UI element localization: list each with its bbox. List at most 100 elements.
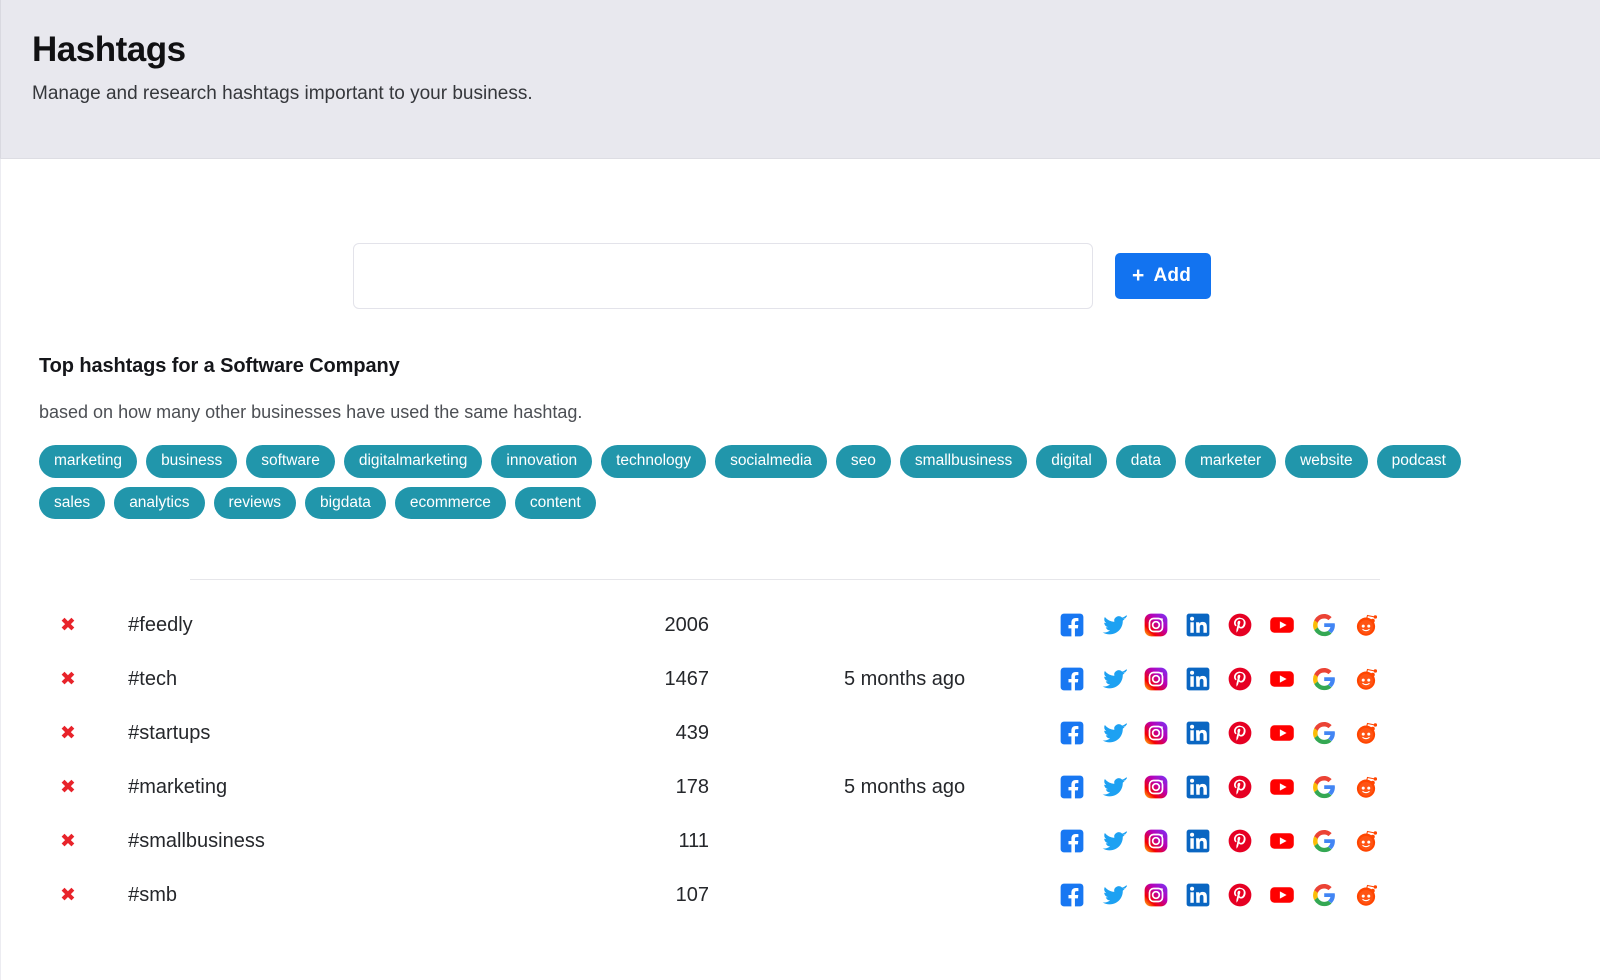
twitter-icon[interactable] (1101, 612, 1128, 638)
facebook-icon[interactable] (1059, 882, 1085, 908)
hashtag-count: 439 (675, 721, 709, 744)
suggested-hashtag-pill[interactable]: data (1115, 445, 1176, 478)
suggested-hashtag-pill[interactable]: digitalmarketing (343, 445, 483, 478)
pinterest-icon[interactable] (1227, 666, 1253, 692)
delete-cell: ✖ (0, 760, 108, 814)
google-icon[interactable] (1311, 828, 1337, 854)
hashtag-count: 111 (678, 829, 709, 852)
facebook-icon[interactable] (1059, 720, 1085, 746)
reddit-icon[interactable] (1353, 774, 1379, 800)
delete-hashtag-icon[interactable]: ✖ (60, 669, 76, 689)
suggested-hashtag-pill[interactable]: ecommerce (394, 486, 506, 519)
hashtag-table: ✖ #feedly 2006 ✖ #tech 1467 5 months ago ✖ #star… (0, 598, 1440, 922)
google-icon[interactable] (1311, 666, 1337, 692)
suggested-hashtag-pill[interactable]: business (146, 445, 238, 478)
hashtag-name: #startups (128, 721, 211, 744)
delete-hashtag-icon[interactable]: ✖ (60, 885, 76, 905)
hashtag-count: 178 (675, 775, 709, 798)
suggested-hashtag-pill[interactable]: digital (1036, 445, 1107, 478)
facebook-icon[interactable] (1059, 666, 1085, 692)
suggestions-subtitle: based on how many other businesses have … (39, 402, 583, 422)
suggested-hashtag-pill[interactable]: marketing (39, 445, 138, 478)
suggested-hashtag-pill[interactable]: socialmedia (715, 445, 827, 478)
twitter-icon[interactable] (1101, 774, 1128, 800)
table-row: ✖ #feedly 2006 (0, 598, 1440, 652)
suggested-hashtag-pill[interactable]: technology (601, 445, 707, 478)
google-icon[interactable] (1311, 720, 1337, 746)
share-cell (1019, 652, 1440, 706)
delete-hashtag-icon[interactable]: ✖ (60, 777, 76, 797)
suggested-hashtag-pill[interactable]: analytics (114, 486, 205, 519)
delete-hashtag-icon[interactable]: ✖ (60, 831, 76, 851)
twitter-icon[interactable] (1101, 882, 1128, 908)
twitter-icon[interactable] (1101, 666, 1128, 692)
pinterest-icon[interactable] (1227, 612, 1253, 638)
facebook-icon[interactable] (1059, 612, 1085, 638)
suggested-hashtag-pill[interactable]: software (246, 445, 335, 478)
youtube-icon[interactable] (1269, 666, 1295, 692)
youtube-icon[interactable] (1269, 774, 1295, 800)
share-cell (1019, 598, 1440, 652)
reddit-icon[interactable] (1353, 882, 1379, 908)
youtube-icon[interactable] (1269, 828, 1295, 854)
suggested-hashtag-pill[interactable]: content (514, 486, 596, 519)
pinterest-icon[interactable] (1227, 720, 1253, 746)
delete-hashtag-icon[interactable]: ✖ (60, 615, 76, 635)
hashtag-table-body: ✖ #feedly 2006 ✖ #tech 1467 5 months ago ✖ #star… (0, 598, 1440, 922)
hashtag-last-used: 5 months ago (843, 667, 966, 690)
instagram-icon[interactable] (1143, 828, 1169, 854)
facebook-icon[interactable] (1059, 828, 1085, 854)
suggested-hashtag-pill[interactable]: smallbusiness (899, 445, 1028, 478)
linkedin-icon[interactable] (1185, 882, 1211, 908)
suggested-hashtag-pill[interactable]: seo (835, 445, 891, 478)
table-row: ✖ #tech 1467 5 months ago (0, 652, 1440, 706)
add-button[interactable]: + Add (1115, 253, 1212, 299)
linkedin-icon[interactable] (1185, 828, 1211, 854)
suggested-hashtag-pill[interactable]: bigdata (305, 486, 386, 519)
google-icon[interactable] (1311, 774, 1337, 800)
share-icon-group (1059, 612, 1440, 638)
linkedin-icon[interactable] (1185, 720, 1211, 746)
reddit-icon[interactable] (1353, 720, 1379, 746)
pinterest-icon[interactable] (1227, 882, 1253, 908)
google-icon[interactable] (1311, 612, 1337, 638)
share-icon-group (1059, 882, 1440, 908)
add-button-label: Add (1153, 265, 1192, 286)
delete-hashtag-icon[interactable]: ✖ (60, 723, 76, 743)
twitter-icon[interactable] (1101, 828, 1128, 854)
linkedin-icon[interactable] (1185, 612, 1211, 638)
hashtag-count: 1467 (664, 667, 709, 690)
suggested-hashtag-list: marketing business software digitalmarketin… (39, 445, 1479, 519)
youtube-icon[interactable] (1269, 612, 1295, 638)
pinterest-icon[interactable] (1227, 828, 1253, 854)
google-icon[interactable] (1311, 882, 1337, 908)
facebook-icon[interactable] (1059, 774, 1085, 800)
share-icon-group (1059, 666, 1440, 692)
youtube-icon[interactable] (1269, 720, 1295, 746)
instagram-icon[interactable] (1143, 612, 1169, 638)
suggested-hashtag-pill[interactable]: reviews (213, 486, 297, 519)
reddit-icon[interactable] (1353, 666, 1379, 692)
hashtag-last-used (709, 598, 1019, 652)
instagram-icon[interactable] (1143, 720, 1169, 746)
instagram-icon[interactable] (1143, 774, 1169, 800)
linkedin-icon[interactable] (1185, 774, 1211, 800)
instagram-icon[interactable] (1143, 882, 1169, 908)
instagram-icon[interactable] (1143, 666, 1169, 692)
suggested-hashtag-pill[interactable]: marketer (1184, 445, 1277, 478)
reddit-icon[interactable] (1353, 612, 1379, 638)
suggestions-title: Top hashtags for a Software Company (39, 355, 400, 377)
hashtag-input[interactable] (353, 243, 1093, 309)
twitter-icon[interactable] (1101, 720, 1128, 746)
linkedin-icon[interactable] (1185, 666, 1211, 692)
suggested-hashtag-pill[interactable]: sales (39, 486, 106, 519)
youtube-icon[interactable] (1269, 882, 1295, 908)
suggested-hashtag-pill[interactable]: innovation (491, 445, 593, 478)
page-header: Hashtags Manage and research hashtags im… (0, 0, 1600, 159)
suggested-hashtag-pill[interactable]: website (1285, 445, 1368, 478)
reddit-icon[interactable] (1353, 828, 1379, 854)
table-divider (190, 579, 1380, 580)
page-body: + Add Top hashtags for a Software Compan… (0, 159, 1600, 980)
pinterest-icon[interactable] (1227, 774, 1253, 800)
suggested-hashtag-pill[interactable]: podcast (1376, 445, 1461, 478)
